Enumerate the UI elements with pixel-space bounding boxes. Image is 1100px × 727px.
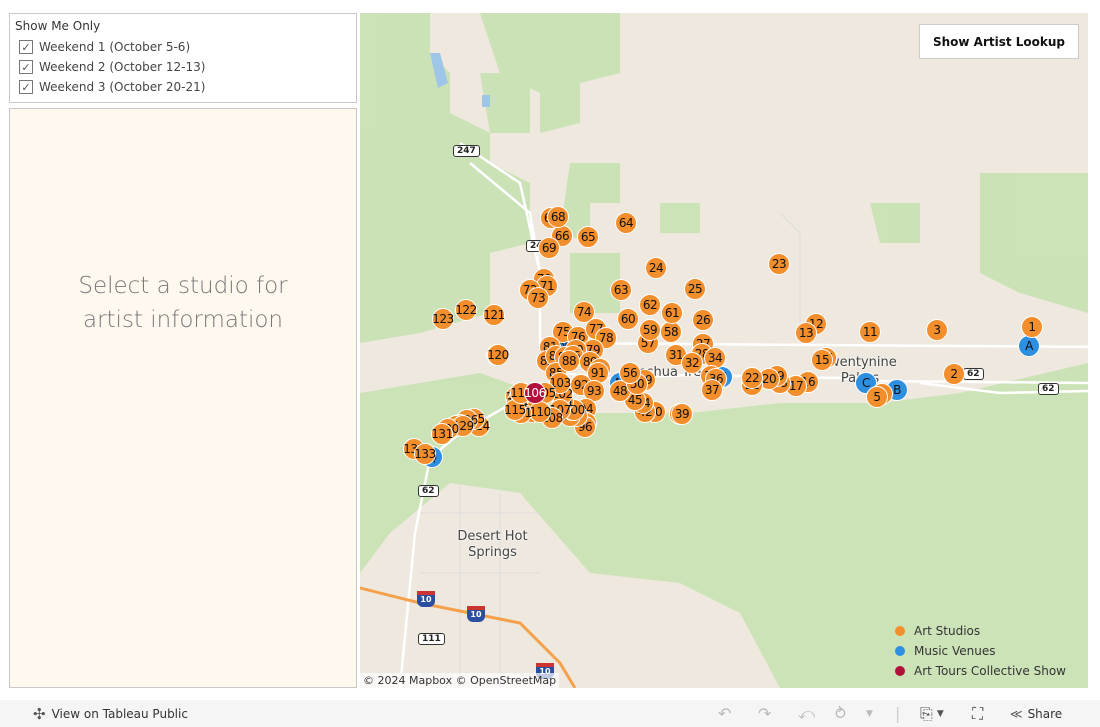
studio-marker[interactable]: 15 [811,349,833,371]
studio-marker[interactable]: 37 [701,379,723,401]
studio-marker[interactable]: 133 [414,443,436,465]
legend-swatch [895,666,905,676]
studio-marker[interactable]: 56 [619,362,641,384]
studio-marker[interactable]: 120 [487,344,509,366]
map-attribution: © 2024 Mapbox © OpenStreetMap [360,673,560,688]
studio-marker[interactable]: 25 [684,278,706,300]
studio-marker[interactable]: 64 [615,212,637,234]
share-label: Share [1027,706,1063,721]
download-icon[interactable]: ⎘ ▼ [920,704,944,724]
studio-marker[interactable]: 32 [681,352,703,374]
weekend-filter: Show Me Only ✓ Weekend 1 (October 5-6) ✓ W… [9,13,357,103]
studio-marker[interactable]: 60 [617,308,639,330]
studio-marker[interactable]: 121 [483,304,505,326]
interstate-shield-10: 10 [417,591,435,607]
studio-marker[interactable]: 11 [859,321,881,343]
map-legend: Art Studios Music Venues Art Tours Colle… [895,621,1066,681]
filter-option-weekend-3[interactable]: ✓ Weekend 3 (October 20-21) [15,77,351,97]
osm-attribution-link[interactable]: © OpenStreetMap [456,674,557,687]
studio-marker[interactable]: 69 [538,237,560,259]
option-label: Weekend 1 (October 5-6) [39,40,191,54]
highway-shield-62: 62 [418,485,439,497]
studio-marker[interactable]: 62 [639,294,661,316]
studio-marker[interactable]: 122 [455,299,477,321]
collective-marker[interactable]: 106 [524,382,546,404]
place-label-desert-hot-springs: Desert Hot Springs [457,529,528,560]
studio-marker[interactable]: 123 [432,308,454,330]
mapbox-attribution-link[interactable]: © 2024 Mapbox [363,674,452,687]
studio-marker[interactable]: 61 [661,302,683,324]
studio-marker[interactable]: 59 [639,319,661,341]
show-artist-lookup-button[interactable]: Show Artist Lookup [919,24,1079,59]
undo-icon[interactable]: ↶ [718,704,731,723]
filter-option-weekend-1[interactable]: ✓ Weekend 1 (October 5-6) [15,37,351,57]
checkbox-checked-icon[interactable]: ✓ [19,40,33,54]
share-icon: ≪ [1010,706,1023,721]
filter-title: Show Me Only [15,19,101,33]
studio-marker[interactable]: 26 [692,309,714,331]
studio-marker[interactable]: 13 [795,322,817,344]
studio-marker[interactable]: 24 [645,257,667,279]
highway-shield-62: 62 [963,368,984,380]
studio-marker[interactable]: 88 [558,350,580,372]
toolbar-divider: | [895,704,901,723]
venue-marker[interactable]: A [1018,335,1040,357]
legend-label: Music Venues [914,644,996,658]
studio-marker[interactable]: 39 [671,403,693,425]
view-on-tableau-public-link[interactable]: ✣ View on Tableau Public [33,705,188,723]
map[interactable]: Joshua Tree Twentynine Palms Desert Hot … [360,13,1088,688]
studio-marker[interactable]: 3 [926,319,948,341]
studio-marker[interactable]: 110 [529,401,551,423]
refresh-icon[interactable]: ⥁ [835,704,846,723]
studio-marker[interactable]: 63 [610,279,632,301]
studio-marker[interactable]: 1 [1021,316,1043,338]
share-button[interactable]: ≪ Share [1010,707,1062,721]
legend-label: Art Studios [914,624,981,638]
redo-icon[interactable]: ↷ [758,704,771,723]
refresh-dropdown-icon[interactable]: ▼ [866,709,873,719]
studio-marker[interactable]: 23 [768,253,790,275]
highway-shield-111: 111 [418,633,445,645]
info-placeholder: Select a studio for artist information [78,273,288,333]
legend-label: Art Tours Collective Show [914,664,1066,678]
highway-shield-247: 247 [453,145,480,157]
tableau-logo-icon: ✣ [33,704,46,723]
revert-icon[interactable]: ⤺ [798,704,815,724]
legend-item-collective-show: Art Tours Collective Show [895,661,1066,681]
studio-marker[interactable]: 68 [547,206,569,228]
fullscreen-icon[interactable]: ⛶ [972,704,983,724]
legend-swatch [895,646,905,656]
tableau-toolbar: ✣ View on Tableau Public ↶ ↷ ⤺ ⥁ ▼ | ⎘ ▼ … [0,700,1100,727]
studio-marker[interactable]: 65 [577,226,599,248]
studio-marker[interactable]: 2 [943,363,965,385]
map-basemap [360,13,1088,688]
highway-shield-62: 62 [1038,383,1059,395]
filter-option-weekend-2[interactable]: ✓ Weekend 2 (October 12-13) [15,57,351,77]
legend-item-art-studios: Art Studios [895,621,1066,641]
legend-swatch [895,626,905,636]
studio-marker[interactable]: 131 [431,423,453,445]
legend-item-music-venues: Music Venues [895,641,1066,661]
checkbox-checked-icon[interactable]: ✓ [19,80,33,94]
option-label: Weekend 3 (October 20-21) [39,80,206,94]
view-label: View on Tableau Public [51,706,188,721]
studio-marker[interactable]: 5 [866,386,888,408]
option-label: Weekend 2 (October 12-13) [39,60,206,74]
studio-marker[interactable]: 73 [527,287,549,309]
studio-marker[interactable]: 22 [741,367,763,389]
artist-info-panel: Select a studio for artist information [9,108,357,688]
checkbox-checked-icon[interactable]: ✓ [19,60,33,74]
studio-marker[interactable]: 58 [660,321,682,343]
interstate-shield-10: 10 [467,606,485,622]
